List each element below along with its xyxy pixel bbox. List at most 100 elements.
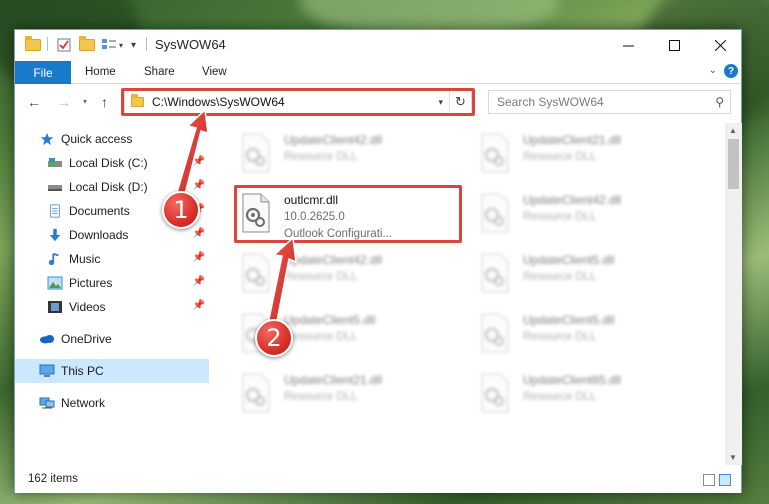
minimize-icon — [622, 45, 634, 47]
sidebar-item-this-pc[interactable]: This PC — [15, 359, 209, 383]
pin-icon[interactable]: 📌 — [193, 228, 205, 239]
step-two-callout: 2 — [255, 319, 293, 357]
file-type: Resource DLL — [284, 391, 358, 403]
file-name: UpdateClient21.dll — [284, 373, 383, 387]
status-bar: 162 items — [15, 467, 741, 493]
drive-icon — [48, 185, 62, 191]
document-icon — [50, 204, 60, 218]
star-icon — [40, 132, 54, 146]
sidebar-item-pictures[interactable]: Pictures 📌 — [15, 271, 209, 295]
folder-icon — [25, 36, 41, 53]
pin-icon[interactable]: 📌 — [193, 252, 205, 263]
file-type: Resource DLL — [284, 331, 358, 343]
file-tile[interactable]: UpdateClient21.dll Resource DLL — [470, 127, 700, 183]
file-name: UpdateClient21.dll — [523, 133, 622, 147]
file-name: UpdateClient5.dll — [284, 313, 376, 327]
drive-icon — [48, 158, 62, 167]
music-icon — [48, 252, 59, 266]
expand-ribbon-icon[interactable]: ⌄ — [709, 65, 717, 76]
step-one-callout: 1 — [162, 191, 200, 229]
tab-view[interactable]: View — [202, 66, 227, 78]
close-button[interactable] — [697, 30, 743, 61]
new-folder-icon[interactable] — [79, 36, 95, 53]
vertical-scrollbar[interactable]: ▲ ▼ — [725, 123, 742, 465]
videos-icon — [48, 301, 62, 313]
forward-arrow-icon[interactable]: → — [57, 94, 71, 110]
computer-icon — [39, 364, 55, 377]
file-type: Resource DLL — [523, 211, 597, 223]
file-tile[interactable]: UpdateClient5.dll Resource DLL — [470, 247, 700, 303]
file-type: Resource DLL — [284, 151, 358, 163]
file-type: Resource DLL — [523, 391, 597, 403]
file-list: UpdateClient42.dll Resource DLL outlcmr.… — [211, 123, 725, 465]
file-name: UpdateClient42.dll — [284, 253, 383, 267]
sidebar-item-music[interactable]: Music 📌 — [15, 247, 209, 271]
pin-icon[interactable]: 📌 — [193, 180, 205, 191]
cloud-icon — [39, 335, 55, 344]
scroll-down-icon[interactable]: ▼ — [729, 453, 737, 462]
file-tile[interactable]: UpdateClient5.dll Resource DLL — [470, 307, 700, 363]
dll-file-icon — [481, 313, 509, 353]
file-type: Resource DLL — [523, 151, 597, 163]
dll-file-icon — [481, 373, 509, 413]
sidebar-item-local-disk-c[interactable]: Local Disk (C:) 📌 — [15, 151, 209, 175]
tab-file[interactable]: File — [15, 61, 71, 84]
scroll-thumb[interactable] — [728, 139, 739, 189]
sidebar-item-network[interactable]: Network — [15, 391, 209, 415]
item-count: 162 items — [28, 473, 78, 485]
back-arrow-icon[interactable]: ← — [27, 94, 41, 110]
file-tile[interactable]: UpdateClient21.dll Resource DLL — [231, 367, 461, 423]
window-title: SysWOW64 — [155, 37, 226, 52]
sidebar-item-quick-access[interactable]: Quick access — [15, 127, 209, 151]
divider — [146, 37, 147, 51]
dll-file-icon — [481, 133, 509, 173]
divider — [47, 37, 48, 51]
dll-file-icon — [481, 193, 509, 233]
file-tile[interactable]: UpdateClient65.dll Resource DLL — [470, 367, 700, 423]
pin-icon[interactable]: 📌 — [193, 156, 205, 167]
file-tile[interactable]: UpdateClient42.dll Resource DLL — [231, 247, 461, 303]
sidebar-item-onedrive[interactable]: OneDrive — [15, 327, 209, 351]
pin-icon[interactable]: 📌 — [193, 276, 205, 287]
file-name: UpdateClient42.dll — [523, 193, 622, 207]
recent-locations-icon[interactable]: ▾ — [83, 97, 87, 106]
customize-qat-icon[interactable]: ▾ — [131, 37, 136, 53]
dll-file-icon — [242, 133, 270, 173]
file-name: UpdateClient5.dll — [523, 253, 615, 267]
help-icon[interactable]: ? — [724, 64, 738, 78]
scroll-up-icon[interactable]: ▲ — [729, 126, 737, 135]
pin-icon[interactable]: 📌 — [193, 300, 205, 311]
file-type: Resource DLL — [523, 271, 597, 283]
close-icon — [714, 40, 726, 51]
file-tile[interactable]: UpdateClient42.dll Resource DLL — [470, 187, 700, 243]
up-arrow-icon[interactable]: ↑ — [101, 94, 108, 110]
sidebar-item-videos[interactable]: Videos 📌 — [15, 295, 209, 319]
file-name: UpdateClient65.dll — [523, 373, 622, 387]
file-type: Resource DLL — [523, 331, 597, 343]
details-view-icon[interactable] — [703, 474, 715, 486]
tab-home[interactable]: Home — [85, 66, 116, 78]
view-options-icon[interactable] — [101, 37, 117, 53]
download-icon — [49, 228, 61, 242]
file-name: UpdateClient42.dll — [284, 133, 383, 147]
qat-dropdown-icon[interactable]: ▾ — [119, 37, 123, 53]
title-bar: ▾ ▾ SysWOW64 — [15, 30, 741, 61]
minimize-button[interactable] — [605, 30, 651, 61]
dll-file-icon — [242, 373, 270, 413]
maximize-button[interactable] — [651, 30, 697, 61]
search-icon[interactable]: ⚲ — [715, 95, 724, 109]
search-input[interactable]: Search SysWOW64 ⚲ — [488, 90, 731, 114]
network-icon — [39, 397, 55, 409]
file-tile[interactable]: UpdateClient42.dll Resource DLL — [231, 127, 461, 183]
ribbon-tabs: File Home Share View ⌄ ? — [15, 61, 741, 84]
maximize-icon — [668, 40, 680, 51]
dll-file-icon — [481, 253, 509, 293]
dll-file-icon — [242, 253, 270, 293]
tab-share[interactable]: Share — [144, 66, 175, 78]
search-placeholder: Search SysWOW64 — [497, 95, 604, 109]
address-highlight-box — [121, 88, 475, 116]
properties-icon[interactable] — [57, 37, 71, 53]
navigation-bar: ← → ▾ ↑ C:\Windows\SysWOW64 ▾ ↻ Search S… — [15, 85, 741, 119]
navigation-pane: Quick access Local Disk (C:) 📌 Local Dis… — [15, 123, 209, 455]
tiles-view-icon[interactable] — [719, 474, 731, 486]
